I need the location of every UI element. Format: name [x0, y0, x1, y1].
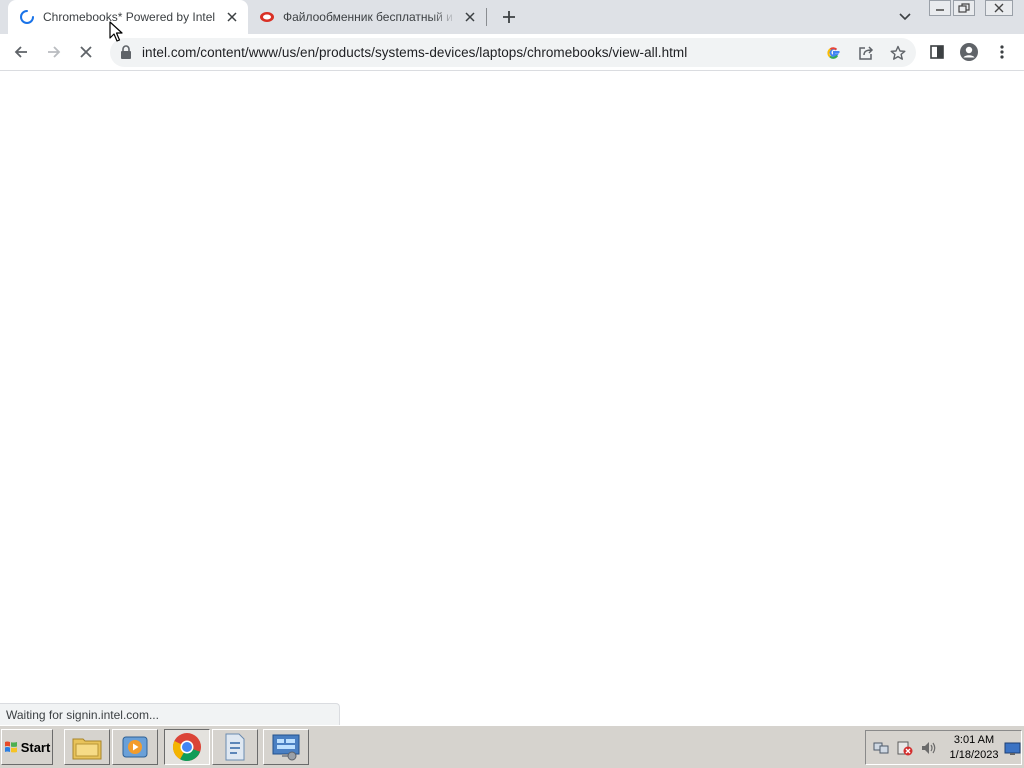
start-label: Start [20, 739, 51, 755]
tab-title: Файлообменник бесплатный и [283, 10, 453, 24]
taskbar-file-explorer[interactable] [64, 729, 110, 765]
taskbar-chrome[interactable] [164, 729, 210, 765]
tab-title: Chromebooks* Powered by Intel [43, 10, 216, 24]
side-panel-button[interactable] [924, 39, 950, 65]
site-favicon-icon [260, 12, 274, 22]
chrome-menu-button[interactable] [989, 39, 1015, 65]
tab-chromebooks[interactable]: Chromebooks* Powered by Intel [8, 0, 248, 34]
clock[interactable]: 3:01 AM 1/18/2023 [946, 733, 1002, 763]
tab-close-icon[interactable] [461, 8, 479, 26]
taskbar-server-manager[interactable] [263, 729, 309, 765]
system-tray: 3:01 AM 1/18/2023 [865, 730, 1022, 765]
profile-icon [960, 43, 978, 61]
share-button[interactable] [856, 43, 876, 63]
address-bar[interactable]: intel.com/content/www/us/en/products/sys… [110, 38, 916, 67]
restore-button[interactable] [953, 0, 975, 16]
forward-icon [48, 46, 61, 58]
media-player-icon [122, 736, 148, 758]
back-button[interactable] [8, 39, 34, 65]
taskbar: Start 3:01 AM 1/18/2023 [0, 725, 1024, 768]
stop-loading-button[interactable] [73, 39, 99, 65]
mouse-cursor-icon [109, 21, 123, 42]
restore-icon [958, 3, 970, 13]
close-window-button[interactable] [985, 0, 1013, 16]
minimize-icon [936, 9, 944, 11]
start-button[interactable]: Start [1, 729, 53, 765]
show-desktop-icon[interactable] [1004, 741, 1022, 757]
clock-time: 3:01 AM [953, 734, 995, 746]
clock-date: 1/18/2023 [949, 749, 999, 761]
bookmark-star-icon [890, 45, 906, 60]
browser-toolbar: intel.com/content/www/us/en/products/sys… [0, 34, 1024, 71]
google-lens-icon [827, 47, 840, 59]
forward-button[interactable] [41, 39, 67, 65]
profile-button[interactable] [956, 39, 982, 65]
lock-icon[interactable] [120, 45, 132, 59]
status-bubble: Waiting for signin.intel.com... [0, 703, 340, 725]
url-text[interactable]: intel.com/content/www/us/en/products/sys… [142, 45, 687, 60]
security-alert-icon[interactable] [896, 740, 914, 756]
bookmark-button[interactable] [888, 43, 908, 63]
new-tab-button[interactable] [498, 6, 520, 28]
taskbar-media-player[interactable] [112, 729, 158, 765]
share-icon [859, 46, 874, 60]
server-manager-icon [272, 734, 300, 761]
volume-icon[interactable] [920, 740, 938, 756]
menu-icon [1000, 45, 1004, 59]
tab-close-icon[interactable] [223, 8, 241, 26]
close-icon [994, 3, 1004, 13]
tab-separator [486, 8, 487, 26]
loading-spinner-icon [20, 10, 34, 24]
plus-icon [503, 11, 515, 23]
tab-strip: Chromebooks* Powered by Intel Файлообмен… [0, 0, 1024, 34]
taskbar-document[interactable] [212, 729, 258, 765]
chevron-down-icon [899, 13, 911, 21]
chrome-icon [172, 733, 201, 762]
minimize-button[interactable] [929, 0, 951, 16]
tab-search-button[interactable] [895, 8, 915, 26]
windows-logo-icon [4, 741, 17, 753]
back-icon [14, 46, 27, 58]
side-panel-icon [930, 45, 944, 59]
stop-loading-icon [80, 46, 92, 58]
document-icon [225, 733, 245, 761]
file-explorer-icon [72, 738, 102, 760]
page-content [0, 72, 1024, 725]
google-lens-button[interactable] [824, 43, 844, 63]
tab-file-sharing[interactable]: Файлообменник бесплатный и [250, 0, 486, 34]
network-icon[interactable] [872, 740, 890, 756]
